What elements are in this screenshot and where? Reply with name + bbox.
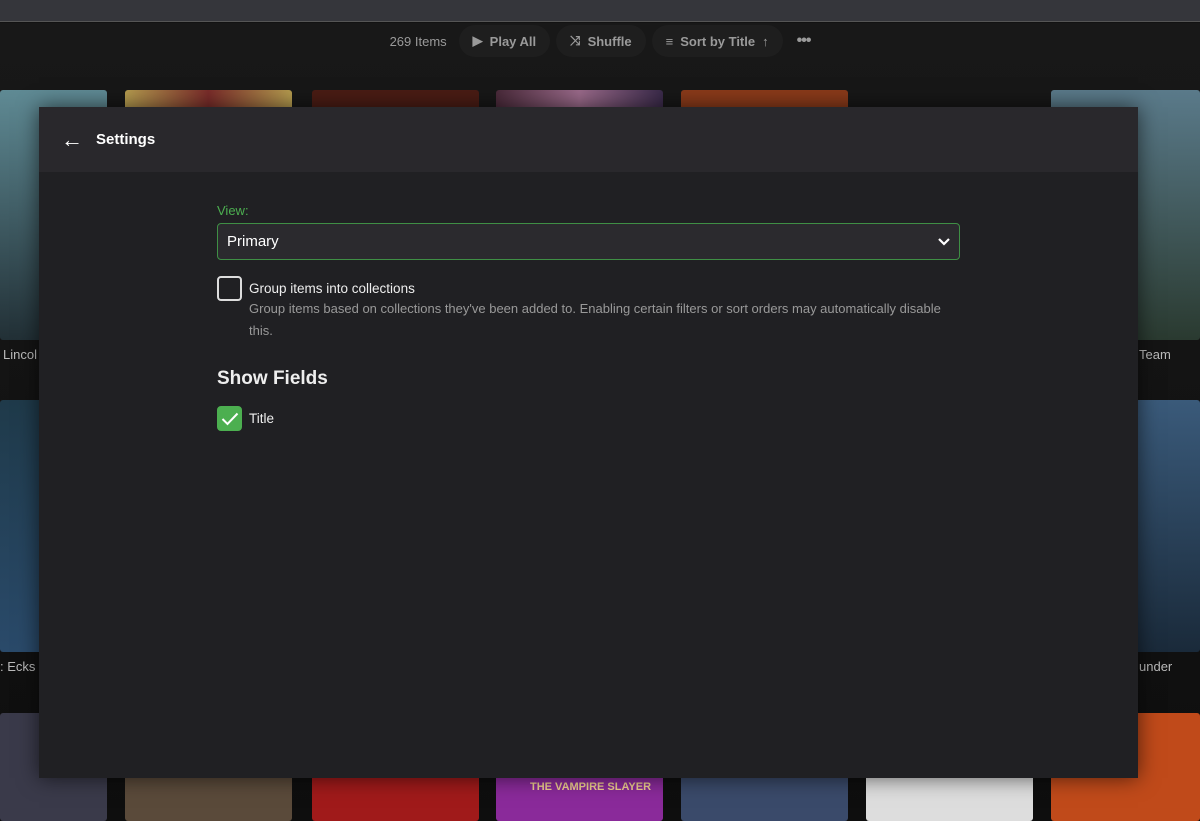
view-select[interactable]: Primary [217, 223, 960, 260]
show-fields-heading: Show Fields [217, 368, 328, 389]
group-collections-checkbox[interactable] [217, 276, 242, 301]
chevron-down-icon [938, 237, 950, 246]
play-all-button[interactable]: ▶ Play All [458, 25, 551, 57]
shuffle-icon: ⤨ [570, 33, 581, 48]
poster-title: Team [1139, 347, 1171, 362]
poster-title: THE VAMPIRE SLAYER [530, 781, 652, 793]
view-label: View: [217, 203, 249, 218]
arrow-up-icon: ↑ [762, 33, 769, 49]
play-all-label: Play All [489, 33, 537, 49]
library-toolbar: 269 Items ▶ Play All ⤨ Shuffle ≡ Sort by Ti… [0, 25, 1200, 57]
shuffle-label: Shuffle [587, 33, 632, 49]
sort-label: Sort by Title [680, 33, 756, 49]
view-select-value: Primary [227, 233, 279, 250]
sort-button[interactable]: ≡ Sort by Title ↑ [651, 25, 783, 57]
sort-icon: ≡ [665, 33, 674, 49]
poster-title: under [1139, 659, 1173, 674]
poster-title: : Ecks [0, 659, 36, 674]
check-icon [221, 412, 238, 425]
play-icon: ▶ [472, 33, 483, 48]
shuffle-button[interactable]: ⤨ Shuffle [556, 25, 646, 57]
item-count: 269 Items [389, 33, 447, 49]
group-collections-description: Group items based on collections they've… [249, 301, 941, 338]
title-field-label: Title [249, 411, 275, 426]
title-field-checkbox[interactable] [217, 406, 242, 431]
dialog-title: Settings [96, 131, 156, 148]
poster-title: Lincol [3, 347, 37, 362]
more-horizontal-icon[interactable]: ••• [797, 32, 812, 50]
group-collections-label: Group items into collections [249, 281, 415, 296]
settings-dialog: ← Settings View: Primary Group items int… [39, 107, 1138, 778]
dialog-header: ← Settings [39, 107, 1138, 172]
back-arrow-icon[interactable]: ← [61, 127, 96, 153]
browser-top-bar [0, 0, 1200, 22]
